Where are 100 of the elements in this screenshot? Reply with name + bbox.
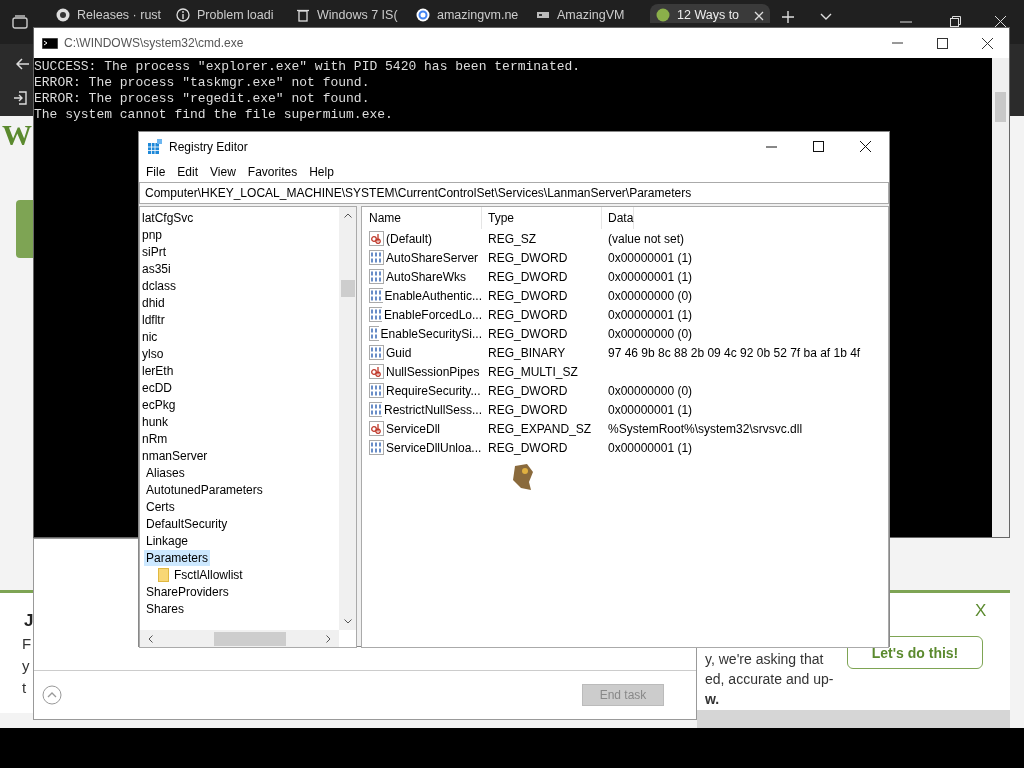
back-arrow-icon[interactable] (16, 58, 30, 70)
menu-item[interactable]: View (210, 164, 236, 179)
tab-title: AmazingVM (557, 8, 625, 22)
console-line: ERROR: The process "taskmgr.exe" not found. (34, 75, 371, 91)
tree-item[interactable]: ShareProviders (144, 583, 231, 600)
scroll-left-icon[interactable] (148, 634, 153, 643)
tree-item[interactable]: FsctlAllowlist (172, 566, 245, 583)
scroll-down-icon[interactable] (343, 619, 352, 624)
value-name[interactable]: NullSessionPipes (386, 364, 480, 379)
value-name[interactable]: EnableForcedLo... (383, 307, 482, 322)
value-name[interactable]: RestrictNullSess... (383, 402, 482, 417)
sign-in-icon[interactable] (13, 91, 27, 105)
value-type: REG_DWORD (487, 307, 569, 322)
binary-value-icon (369, 250, 384, 265)
value-name[interactable]: ServiceDll (386, 421, 440, 436)
tree-item[interactable]: ecDD (140, 379, 174, 396)
chevron-down-icon[interactable] (820, 13, 832, 21)
tree-item[interactable]: dclass (140, 277, 178, 294)
column-header[interactable]: Name (362, 207, 482, 229)
tree-item[interactable]: as35i (140, 260, 173, 277)
tree-item[interactable]: Parameters (144, 549, 211, 566)
browser-tab[interactable]: Problem loadi (170, 4, 290, 23)
tree-item[interactable]: hunk (140, 413, 171, 430)
value-name[interactable]: (Default) (386, 231, 432, 246)
value-data: 0x00000000 (0) (607, 326, 693, 341)
column-header[interactable]: Type (482, 207, 602, 229)
value-type: REG_DWORD (487, 402, 569, 417)
tree-item[interactable]: Aliases (144, 464, 187, 481)
scrollbar-thumb[interactable] (340, 280, 355, 297)
browser-tab[interactable]: Windows 7 IS( (290, 4, 410, 23)
horizontal-scrollbar[interactable] (140, 630, 339, 647)
binary-value-icon (369, 269, 384, 284)
new-tab-icon[interactable] (782, 11, 794, 23)
banner-text: y (22, 657, 30, 674)
value-type: REG_MULTI_SZ (487, 364, 579, 379)
close-banner-button[interactable]: X (975, 601, 987, 621)
tree-item[interactable]: DefaultSecurity (144, 515, 230, 532)
console-icon (42, 37, 58, 49)
drag-cursor-icon (511, 462, 535, 492)
browser-tab[interactable]: 12 Ways to (650, 4, 770, 23)
value-name[interactable]: Guid (386, 345, 412, 360)
close-icon[interactable] (982, 37, 993, 49)
menu-item[interactable]: Edit (177, 164, 199, 179)
tree-item[interactable]: pnp (140, 226, 165, 243)
vertical-scrollbar[interactable] (992, 58, 1009, 537)
minimize-icon[interactable] (766, 145, 777, 148)
value-name[interactable]: AutoShareWks (386, 269, 467, 284)
scroll-right-icon[interactable] (326, 634, 331, 643)
value-data: 0x00000001 (1) (607, 269, 693, 284)
string-value-icon (369, 231, 384, 246)
maximize-icon[interactable] (813, 141, 824, 152)
browser-tab[interactable]: AmazingVM (530, 4, 650, 23)
tab-title: Problem loadi (197, 8, 274, 22)
banner-text: w. (705, 691, 720, 707)
maximize-icon[interactable] (937, 37, 948, 49)
column-header[interactable]: Data (602, 207, 635, 229)
menu-item[interactable]: Favorites (247, 164, 298, 179)
tree-item[interactable]: ldfltr (140, 311, 167, 328)
tree-item[interactable]: AutotunedParameters (144, 481, 265, 498)
value-name[interactable]: EnableAuthentic... (384, 288, 482, 303)
tree-item[interactable]: nRm (140, 430, 170, 447)
restore-icon[interactable] (950, 16, 961, 27)
browser-tab[interactable]: amazingvm.ne (410, 4, 530, 23)
scrollbar-thumb[interactable] (995, 92, 1006, 122)
tree-item[interactable]: nic (140, 328, 160, 345)
binary-value-icon (369, 402, 382, 417)
horizontal-scrollbar[interactable] (697, 710, 1010, 728)
tree-item[interactable]: ylso (140, 345, 166, 362)
tree-item[interactable]: Shares (144, 600, 187, 617)
scrollbar-thumb[interactable] (213, 631, 286, 646)
value-data: 0x00000000 (0) (607, 288, 693, 303)
tree-item[interactable]: latCfgSvc (140, 209, 196, 226)
browser-tab[interactable]: Releases · rust (50, 4, 170, 23)
value-type: REG_DWORD (487, 326, 569, 341)
window-title: Registry Editor (169, 139, 248, 154)
scroll-up-icon[interactable] (343, 213, 352, 218)
value-name[interactable]: ServiceDllUnloa... (386, 440, 482, 455)
registry-cubes-icon (147, 138, 163, 155)
value-type: REG_DWORD (487, 288, 569, 303)
menu-item[interactable]: Help (309, 164, 334, 179)
tab-actions-icon[interactable] (12, 15, 28, 29)
window-title: C:\WINDOWS\system32\cmd.exe (64, 36, 244, 50)
tree-item[interactable]: ecPkg (140, 396, 178, 413)
tab-title: amazingvm.ne (437, 8, 519, 22)
value-name[interactable]: RequireSecurity... (386, 383, 481, 398)
collapse-up-icon[interactable] (42, 685, 62, 705)
vertical-scrollbar[interactable] (339, 207, 356, 630)
address-bar[interactable]: Computer\HKEY_LOCAL_MACHINE\SYSTEM\CurrentControlSet\Services\LanmanServer\Parameters (139, 182, 889, 204)
tree-item[interactable]: nmanServer (140, 447, 210, 464)
menu-item[interactable]: File (146, 164, 166, 179)
tree-item[interactable]: Linkage (144, 532, 191, 549)
value-name[interactable]: EnableSecuritySi... (380, 326, 482, 341)
value-type: REG_DWORD (487, 250, 569, 265)
tree-item[interactable]: Certs (144, 498, 177, 515)
tree-item[interactable]: dhid (140, 294, 167, 311)
tree-item[interactable]: siPrt (140, 243, 168, 260)
tree-item[interactable]: lerEth (140, 362, 176, 379)
close-icon[interactable] (860, 141, 871, 152)
value-name[interactable]: AutoShareServer (386, 250, 479, 265)
binary-value-icon (369, 345, 384, 360)
